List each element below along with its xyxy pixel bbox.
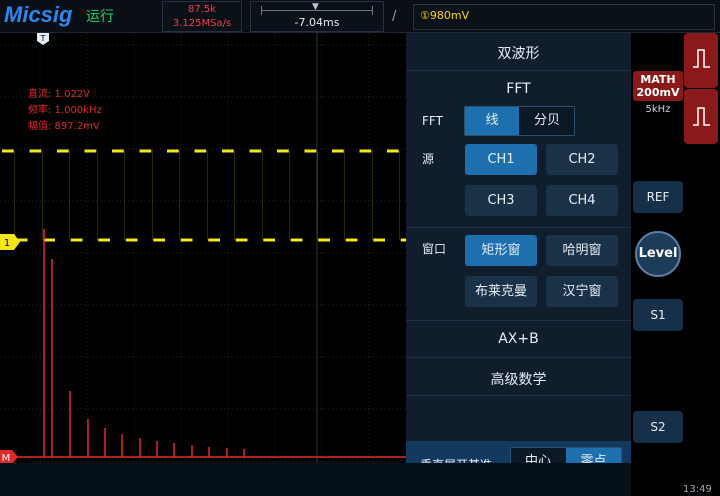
micsig-logo: Micsig [4, 2, 73, 27]
divider [406, 320, 631, 321]
track-tick-left [261, 6, 262, 15]
fft-section-title: FFT [506, 81, 531, 97]
measure-dc: 直流: 1.022V [28, 87, 90, 100]
time-offset: -7.04ms [294, 16, 340, 29]
pulse-icon [693, 107, 710, 126]
sample-rate: 3.125MSa/s [172, 18, 232, 29]
trigger-level-value: ①980mV [420, 9, 469, 22]
math-marker-label: M [2, 453, 11, 463]
sample-info-box[interactable]: 87.5k 3.125MSa/s [162, 1, 242, 32]
timebase-box[interactable]: ▼ -7.04ms [250, 1, 384, 32]
measure-amplitude: 幅值: 897.2mV [28, 119, 100, 132]
ch1-marker-label: 1 [4, 238, 10, 249]
fft-scale-toggle: 线 分贝 [464, 106, 575, 136]
sample-points: 87.5k [187, 4, 217, 15]
divider [406, 70, 631, 71]
fft-spectrum [0, 229, 406, 458]
advanced-math-item[interactable]: 高级数学 [406, 369, 631, 389]
source-ch2-button[interactable]: CH2 [546, 144, 618, 175]
math-channel-badge[interactable]: MATH 200mV [633, 71, 683, 101]
level-label: Level [638, 246, 678, 261]
math-frequency: 5kHz [645, 104, 671, 115]
source-label: 源 [422, 152, 435, 166]
ref-button[interactable]: REF [633, 181, 683, 213]
pulse-icon-button-bottom[interactable] [684, 89, 718, 144]
level-knob[interactable]: Level [635, 231, 681, 277]
divider [406, 227, 631, 228]
measure-freq: 频率: 1.000kHz [28, 103, 102, 116]
fft-linear-option[interactable]: 线 [465, 107, 519, 135]
right-rail: MATH 200mV 5kHz REF Level S1 S2 [631, 33, 720, 496]
math-scale: 200mV [636, 86, 680, 99]
math-marker[interactable]: M [0, 450, 18, 464]
top-status-bar: Micsig 运行 87.5k 3.125MSa/s ▼ -7.04ms / ①… [0, 0, 720, 33]
source-ch4-button[interactable]: CH4 [546, 185, 618, 216]
waveform-svg: 直流: 1.022V 频率: 1.000kHz 幅值: 897.2mV T 1 … [0, 33, 511, 464]
track-tick-right [372, 6, 373, 15]
source-ch1-button[interactable]: CH1 [465, 144, 537, 175]
ch1-waveform [2, 149, 413, 242]
pulse-icon [693, 49, 710, 68]
divider [406, 395, 631, 396]
trigger-marker[interactable]: T [37, 33, 49, 45]
trigger-level-box[interactable]: ①980mV [413, 4, 715, 30]
math-title: MATH [640, 73, 676, 86]
trigger-marker-label: T [40, 34, 46, 43]
channel-one-icon: ① [420, 9, 430, 22]
ch1-marker[interactable]: 1 [0, 234, 20, 250]
dual-waveform-menu: 双波形 FFT FFT 线 分贝 源 CH1 CH2 CH3 CH4 窗口 矩形… [406, 33, 631, 485]
pulse-icon-button-top[interactable] [684, 33, 718, 88]
run-status[interactable]: 运行 [86, 6, 114, 26]
s1-button[interactable]: S1 [633, 299, 683, 331]
source-ch3-button[interactable]: CH3 [465, 185, 537, 216]
trigger-position-icon: ▼ [312, 2, 319, 12]
fft-db-option[interactable]: 分贝 [520, 107, 574, 135]
window-blackman-button[interactable]: 布莱克曼 [465, 276, 537, 307]
window-label: 窗口 [422, 242, 447, 256]
window-hamming-button[interactable]: 哈明窗 [546, 235, 618, 266]
waveform-display[interactable]: 直流: 1.022V 频率: 1.000kHz 幅值: 897.2mV T 1 … [0, 33, 511, 464]
bottom-bar [0, 463, 631, 496]
axb-item[interactable]: AX+B [406, 331, 631, 347]
clock: 13:49 [683, 484, 712, 495]
trigger-level-text: 980mV [429, 9, 470, 22]
s2-button[interactable]: S2 [633, 411, 683, 443]
divider [406, 357, 631, 358]
fft-label: FFT [422, 114, 443, 128]
trigger-slope-icon[interactable]: / [392, 9, 396, 24]
window-rectangular-button[interactable]: 矩形窗 [465, 235, 537, 266]
window-hanning-button[interactable]: 汉宁窗 [546, 276, 618, 307]
menu-title: 双波形 [497, 46, 540, 62]
